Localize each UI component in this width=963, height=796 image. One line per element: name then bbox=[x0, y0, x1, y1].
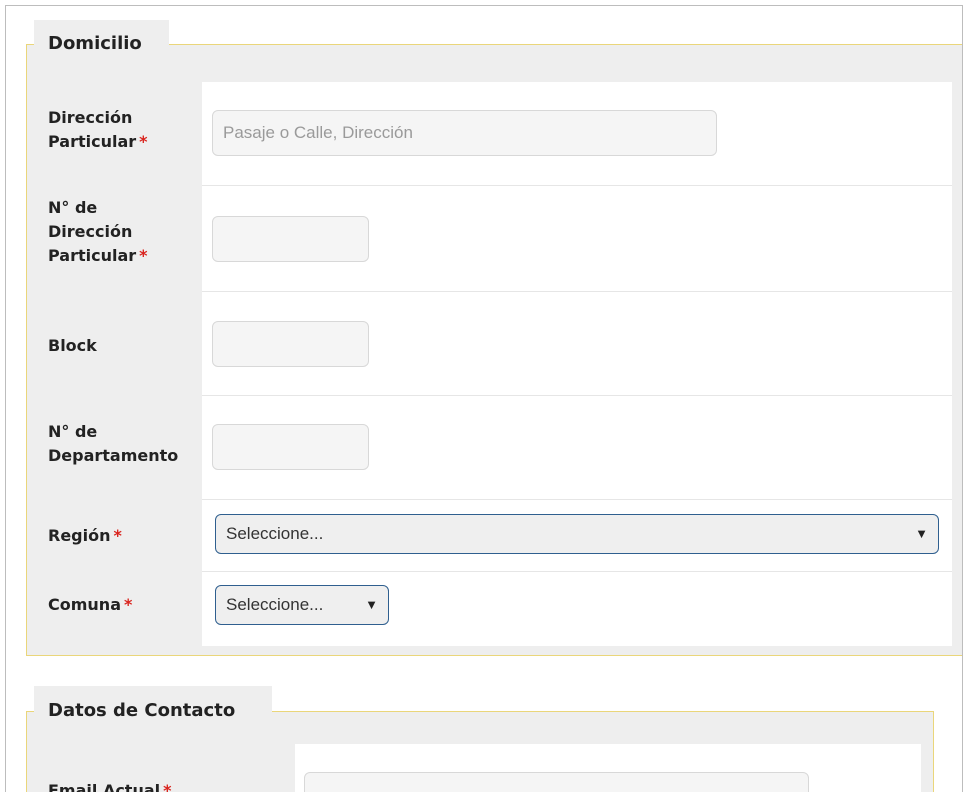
label-text: Particular bbox=[48, 132, 137, 151]
chevron-down-icon: ▼ bbox=[365, 597, 378, 612]
label-text: N° de bbox=[48, 422, 98, 441]
label-text: Departamento bbox=[48, 446, 179, 465]
label-departamento: N° de Departamento bbox=[48, 420, 178, 468]
label-text: Dirección bbox=[48, 222, 133, 241]
label-email: Email Actual * bbox=[48, 779, 172, 792]
label-numero: N° de Dirección Particular * bbox=[48, 196, 148, 268]
comuna-select[interactable]: Seleccione... ▼ bbox=[215, 585, 389, 625]
region-selected-value: Seleccione... bbox=[226, 524, 324, 543]
required-marker: * bbox=[163, 781, 172, 792]
label-text: Email Actual bbox=[48, 781, 161, 792]
chevron-down-icon: ▼ bbox=[915, 526, 928, 541]
label-text: Región bbox=[48, 526, 111, 545]
label-text: Dirección bbox=[48, 108, 133, 127]
comuna-selected-value: Seleccione... bbox=[226, 595, 324, 614]
label-region: Región * bbox=[48, 524, 122, 548]
label-direccion: Dirección Particular * bbox=[48, 106, 148, 154]
label-text: Particular bbox=[48, 246, 137, 265]
departamento-input[interactable] bbox=[212, 424, 369, 470]
direccion-input[interactable]: Pasaje o Calle, Dirección bbox=[212, 110, 717, 156]
form-frame: Domicilio Dirección Particular * Pasaje o… bbox=[5, 5, 963, 792]
region-select[interactable]: Seleccione... ▼ bbox=[215, 514, 939, 554]
label-comuna: Comuna * bbox=[48, 593, 132, 617]
required-marker: * bbox=[113, 526, 122, 545]
numero-input[interactable] bbox=[212, 216, 369, 262]
required-marker: * bbox=[139, 132, 148, 151]
label-text: Comuna bbox=[48, 595, 121, 614]
email-input[interactable] bbox=[304, 772, 809, 792]
required-marker: * bbox=[123, 595, 133, 614]
required-marker: * bbox=[139, 246, 148, 265]
domicilio-legend: Domicilio bbox=[48, 33, 142, 54]
block-input[interactable] bbox=[212, 321, 369, 367]
contacto-legend: Datos de Contacto bbox=[48, 700, 236, 721]
label-block: Block bbox=[48, 336, 97, 355]
label-text: N° de bbox=[48, 198, 98, 217]
